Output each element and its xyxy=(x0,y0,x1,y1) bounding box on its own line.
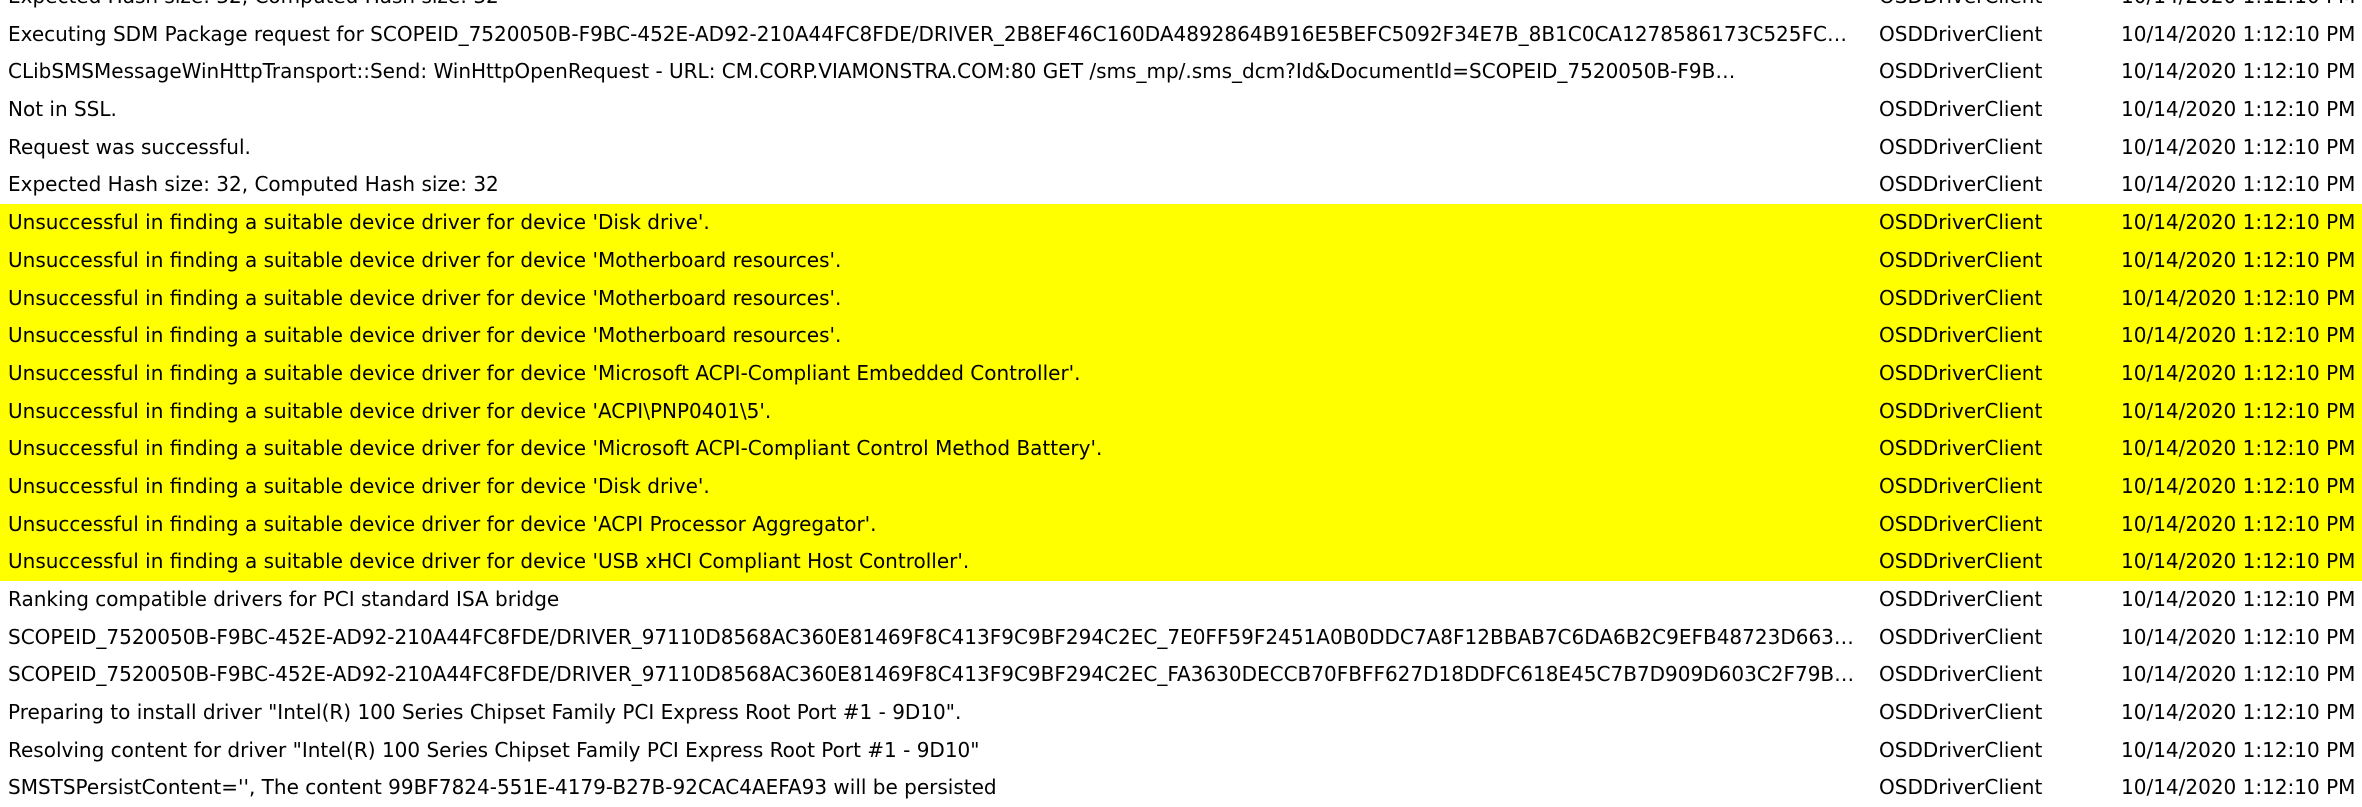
log-message: Expected Hash size: 32, Computed Hash si… xyxy=(8,0,1870,16)
log-row-highlighted[interactable]: Unsuccessful in finding a suitable devic… xyxy=(0,204,2362,242)
log-component: OSDDriverClient xyxy=(1879,737,2043,762)
log-row[interactable]: SCOPEID_7520050B-F9BC-452E-AD92-210A44FC… xyxy=(0,619,2362,657)
log-row[interactable]: Expected Hash size: 32, Computed Hash si… xyxy=(0,166,2362,204)
log-component: OSDDriverClient xyxy=(1879,323,2043,348)
log-component: OSDDriverClient xyxy=(1879,587,2043,611)
log-message: Preparing to install driver "Intel(R) 10… xyxy=(8,700,962,725)
log-row[interactable]: Resolving content for driver "Intel(R) 1… xyxy=(0,732,2362,770)
log-row-highlighted[interactable]: Unsuccessful in finding a suitable devic… xyxy=(0,354,2362,393)
log-timestamp: 10/14/2020 1:12:10 PM xyxy=(2121,662,2356,687)
log-component: OSDDriverClient xyxy=(1879,59,2043,84)
log-component: OSDDriverClient xyxy=(1879,398,2043,423)
log-component: OSDDriverClient xyxy=(1879,21,2043,46)
log-message: SCOPEID_7520050B-F9BC-452E-AD92-210A44FC… xyxy=(8,624,1854,649)
log-timestamp: 10/14/2020 1:12:10 PM xyxy=(2121,436,2356,461)
log-message: Request was successful. xyxy=(8,134,251,159)
log-component: OSDDriverClient xyxy=(1879,436,2043,461)
log-component: OSDDriverClient xyxy=(1879,662,2043,687)
log-component: OSDDriverClient xyxy=(1879,210,2043,235)
log-row-highlighted[interactable]: Unsuccessful in finding a suitable devic… xyxy=(0,505,2362,544)
log-timestamp: 10/14/2020 1:12:10 PM xyxy=(2121,97,2356,122)
log-message: Unsuccessful in finding a suitable devic… xyxy=(8,285,842,310)
log-timestamp: 10/14/2020 1:12:10 PM xyxy=(2121,587,2356,611)
log-timestamp: 10/14/2020 1:12:10 PM xyxy=(2121,172,2356,197)
log-row-highlighted[interactable]: Unsuccessful in finding a suitable devic… xyxy=(0,241,2362,280)
log-component: OSDDriverClient xyxy=(1879,549,2043,574)
log-message: Resolving content for driver "Intel(R) 1… xyxy=(8,737,980,762)
log-row[interactable]: SMSTSPersistContent='', The content 99BF… xyxy=(0,769,2362,807)
log-message: Unsuccessful in finding a suitable devic… xyxy=(8,436,1103,461)
log-row-highlighted[interactable]: Unsuccessful in finding a suitable devic… xyxy=(0,467,2362,506)
log-component: OSDDriverClient xyxy=(1879,360,2043,385)
log-row-highlighted[interactable]: Unsuccessful in finding a suitable devic… xyxy=(0,317,2362,355)
log-timestamp: 10/14/2020 1:12:10 PM xyxy=(2121,398,2356,423)
log-message: Unsuccessful in finding a suitable devic… xyxy=(8,247,842,272)
log-timestamp: 10/14/2020 1:12:10 PM xyxy=(2121,360,2356,385)
log-component: OSDDriverClient xyxy=(1879,473,2043,498)
log-component: OSDDriverClient xyxy=(1879,97,2043,122)
log-row[interactable]: CLibSMSMessageWinHttpTransport::Send: Wi… xyxy=(0,53,2362,91)
log-timestamp: 10/14/2020 1:12:10 PM xyxy=(2121,323,2356,348)
log-row-highlighted[interactable]: Unsuccessful in finding a suitable devic… xyxy=(0,279,2362,318)
log-timestamp: 10/14/2020 1:12:10 PM xyxy=(2121,285,2356,310)
log-timestamp: 10/14/2020 1:12:10 PM xyxy=(2121,134,2356,159)
log-message: Ranking compatible drivers for PCI stand… xyxy=(8,587,560,611)
log-message: Unsuccessful in finding a suitable devic… xyxy=(8,210,710,235)
log-list[interactable]: Expected Hash size: 32, Computed Hash si… xyxy=(0,0,2362,807)
log-message: Not in SSL. xyxy=(8,97,117,122)
log-row-highlighted[interactable]: Unsuccessful in finding a suitable devic… xyxy=(0,430,2362,468)
log-message: Executing SDM Package request for SCOPEI… xyxy=(8,21,1847,46)
log-component: OSDDriverClient xyxy=(1879,285,2043,310)
log-message: Expected Hash size: 32, Computed Hash si… xyxy=(8,172,499,197)
log-timestamp: 10/14/2020 1:12:10 PM xyxy=(2121,624,2356,649)
log-row[interactable]: SCOPEID_7520050B-F9BC-452E-AD92-210A44FC… xyxy=(0,656,2362,694)
log-component: OSDDriverClient xyxy=(1879,134,2043,159)
log-timestamp: 10/14/2020 1:12:10 PM xyxy=(2121,59,2356,84)
log-message: Unsuccessful in finding a suitable devic… xyxy=(8,511,877,536)
log-row[interactable]: Not in SSL. OSDDriverClient 10/14/2020 1:1… xyxy=(0,91,2362,129)
log-component: OSDDriverClient xyxy=(1879,0,2109,16)
log-row[interactable]: Request was successful. OSDDriverClient 10… xyxy=(0,129,2362,167)
log-message: Unsuccessful in finding a suitable devic… xyxy=(8,398,772,423)
log-timestamp: 10/14/2020 1:12:10 PM xyxy=(2121,0,2362,16)
log-component: OSDDriverClient xyxy=(1879,247,2043,272)
log-component: OSDDriverClient xyxy=(1879,624,2043,649)
log-message: Unsuccessful in finding a suitable devic… xyxy=(8,323,842,348)
log-row[interactable]: Executing SDM Package request for SCOPEI… xyxy=(0,16,2362,54)
log-component: OSDDriverClient xyxy=(1879,700,2043,725)
log-timestamp: 10/14/2020 1:12:10 PM xyxy=(2121,21,2356,46)
log-message: SCOPEID_7520050B-F9BC-452E-AD92-210A44FC… xyxy=(8,662,1855,687)
log-row[interactable]: Expected Hash size: 32, Computed Hash si… xyxy=(0,0,2362,16)
log-message: CLibSMSMessageWinHttpTransport::Send: Wi… xyxy=(8,59,1736,84)
log-message: Unsuccessful in finding a suitable devic… xyxy=(8,360,1081,385)
log-timestamp: 10/14/2020 1:12:10 PM xyxy=(2121,737,2356,762)
log-component: OSDDriverClient xyxy=(1879,775,2043,800)
log-timestamp: 10/14/2020 1:12:10 PM xyxy=(2121,210,2356,235)
log-component: OSDDriverClient xyxy=(1879,172,2043,197)
log-row-highlighted[interactable]: Unsuccessful in finding a suitable devic… xyxy=(0,392,2362,431)
log-row[interactable]: Preparing to install driver "Intel(R) 10… xyxy=(0,694,2362,732)
log-message: SMSTSPersistContent='', The content 99BF… xyxy=(8,775,997,800)
log-timestamp: 10/14/2020 1:12:10 PM xyxy=(2121,700,2356,725)
log-message: Unsuccessful in finding a suitable devic… xyxy=(8,549,970,574)
log-timestamp: 10/14/2020 1:12:10 PM xyxy=(2121,473,2356,498)
log-row-highlighted[interactable]: Unsuccessful in finding a suitable devic… xyxy=(0,543,2362,581)
log-row[interactable]: Ranking compatible drivers for PCI stand… xyxy=(0,581,2362,619)
log-message: Unsuccessful in finding a suitable devic… xyxy=(8,473,710,498)
log-timestamp: 10/14/2020 1:12:10 PM xyxy=(2121,247,2356,272)
log-timestamp: 10/14/2020 1:12:10 PM xyxy=(2121,549,2356,574)
log-timestamp: 10/14/2020 1:12:10 PM xyxy=(2121,511,2356,536)
log-timestamp: 10/14/2020 1:12:10 PM xyxy=(2121,775,2356,800)
log-component: OSDDriverClient xyxy=(1879,511,2043,536)
